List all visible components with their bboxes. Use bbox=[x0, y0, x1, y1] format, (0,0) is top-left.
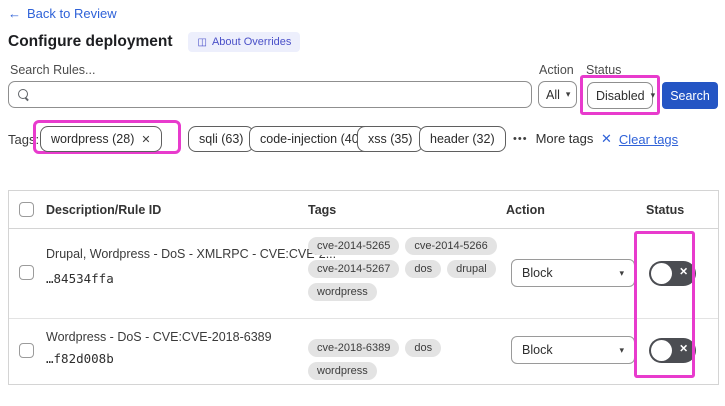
search-rules-input[interactable] bbox=[8, 81, 532, 108]
tag-filter-xss[interactable]: xss (35) bbox=[357, 126, 424, 152]
clear-tags-label: Clear tags bbox=[618, 131, 679, 147]
tag-filter-wordpress[interactable]: wordpress (28) ✕ bbox=[40, 126, 162, 152]
tag-filter-header[interactable]: header (32) bbox=[419, 126, 506, 152]
rule-id: …84534ffa bbox=[46, 271, 114, 286]
action-select-value: Block bbox=[522, 343, 553, 357]
clear-tags-button[interactable]: ✕ Clear tags bbox=[601, 131, 678, 147]
rule-tag-chip: cve-2018-6389 bbox=[308, 339, 400, 357]
rule-tag-chip: cve-2014-5265 bbox=[308, 237, 400, 255]
select-all-checkbox[interactable] bbox=[19, 202, 34, 217]
chevron-down-icon: ▾ bbox=[619, 344, 624, 355]
rule-tag-chip: dos bbox=[405, 339, 442, 357]
rule-tags: cve-2018-6389 dos wordpress bbox=[308, 339, 504, 380]
search-rules-label: Search Rules... bbox=[10, 63, 96, 77]
status-toggle-off[interactable]: ✕ bbox=[649, 338, 696, 363]
back-to-review-link[interactable]: ← Back to Review bbox=[8, 6, 117, 21]
ellipsis-icon: ••• bbox=[513, 132, 528, 145]
more-tags-label: More tags bbox=[535, 131, 594, 146]
table-header-row: Description/Rule ID Tags Action Status bbox=[9, 191, 718, 229]
toggle-knob bbox=[651, 263, 672, 284]
back-arrow-icon: ← bbox=[8, 6, 21, 21]
chevron-down-icon: ▾ bbox=[650, 90, 656, 100]
status-filter-label: Status bbox=[586, 63, 622, 77]
column-header-status: Status bbox=[646, 203, 685, 217]
tag-filter-sqli[interactable]: sqli (63) bbox=[188, 126, 255, 152]
status-filter-value: Disabled bbox=[596, 88, 645, 103]
rule-tag-chip: drupal bbox=[447, 260, 496, 278]
toggle-x-icon: ✕ bbox=[679, 266, 688, 278]
tag-filter-label: header (32) bbox=[430, 132, 495, 146]
rule-tags: cve-2014-5265 cve-2014-5266 cve-2014-526… bbox=[308, 237, 504, 301]
tag-filter-label: wordpress (28) bbox=[51, 132, 135, 146]
about-badge-label: About Overrides bbox=[211, 36, 292, 48]
row-checkbox[interactable] bbox=[19, 343, 34, 358]
column-header-tags: Tags bbox=[308, 203, 337, 217]
configure-deployment-page: ← Back to Review Configure deployment ◫ … bbox=[0, 0, 725, 406]
more-tags-button[interactable]: ••• More tags bbox=[513, 131, 593, 146]
close-icon: ✕ bbox=[601, 131, 612, 146]
page-title: Configure deployment bbox=[8, 33, 173, 50]
remove-tag-icon[interactable]: ✕ bbox=[141, 133, 150, 146]
tag-filter-label: sqli (63) bbox=[199, 132, 244, 146]
rule-tag-chip: wordpress bbox=[308, 362, 377, 380]
rule-id: …f82d008b bbox=[46, 351, 114, 366]
rule-tag-chip: wordpress bbox=[308, 283, 377, 301]
book-icon: ◫ bbox=[197, 36, 207, 48]
search-button[interactable]: Search bbox=[662, 82, 718, 109]
back-link-label: Back to Review bbox=[27, 6, 117, 21]
rule-tag-chip: cve-2014-5267 bbox=[308, 260, 400, 278]
action-filter-value: All bbox=[546, 87, 560, 102]
action-filter-label: Action bbox=[539, 63, 574, 77]
toggle-knob bbox=[651, 340, 672, 361]
title-row: Configure deployment ◫ About Overrides bbox=[8, 32, 301, 52]
tags-bar-label: Tags: bbox=[8, 132, 40, 147]
tag-filter-label: code-injection (40) bbox=[260, 132, 363, 146]
tag-filter-label: xss (35) bbox=[368, 132, 413, 146]
rule-tag-chip: dos bbox=[405, 260, 442, 278]
action-filter-dropdown[interactable]: All ▾ bbox=[538, 81, 577, 108]
action-select-value: Block bbox=[522, 266, 553, 280]
action-select[interactable]: Block ▾ bbox=[511, 336, 635, 364]
rule-description: Drupal, Wordpress - DoS - XMLRPC - CVE:C… bbox=[46, 247, 337, 261]
column-header-action: Action bbox=[506, 203, 545, 217]
chevron-down-icon: ▾ bbox=[619, 267, 624, 278]
toggle-x-icon: ✕ bbox=[679, 343, 688, 355]
search-icon bbox=[18, 89, 29, 100]
about-overrides-badge[interactable]: ◫ About Overrides bbox=[188, 32, 301, 52]
row-checkbox[interactable] bbox=[19, 265, 34, 280]
chevron-down-icon: ▾ bbox=[565, 89, 571, 99]
status-filter-dropdown[interactable]: Disabled ▾ bbox=[587, 82, 656, 109]
status-toggle-off[interactable]: ✕ bbox=[649, 261, 696, 286]
rule-description: Wordpress - DoS - CVE:CVE-2018-6389 bbox=[46, 330, 272, 344]
rules-table: Description/Rule ID Tags Action Status D… bbox=[8, 190, 719, 385]
table-row: Drupal, Wordpress - DoS - XMLRPC - CVE:C… bbox=[9, 229, 718, 319]
action-select[interactable]: Block ▾ bbox=[511, 259, 635, 287]
table-row: Wordpress - DoS - CVE:CVE-2018-6389 …f82… bbox=[9, 319, 718, 385]
tag-filter-code-injection[interactable]: code-injection (40) bbox=[249, 126, 374, 152]
column-header-description: Description/Rule ID bbox=[46, 203, 162, 217]
rule-tag-chip: cve-2014-5266 bbox=[405, 237, 497, 255]
